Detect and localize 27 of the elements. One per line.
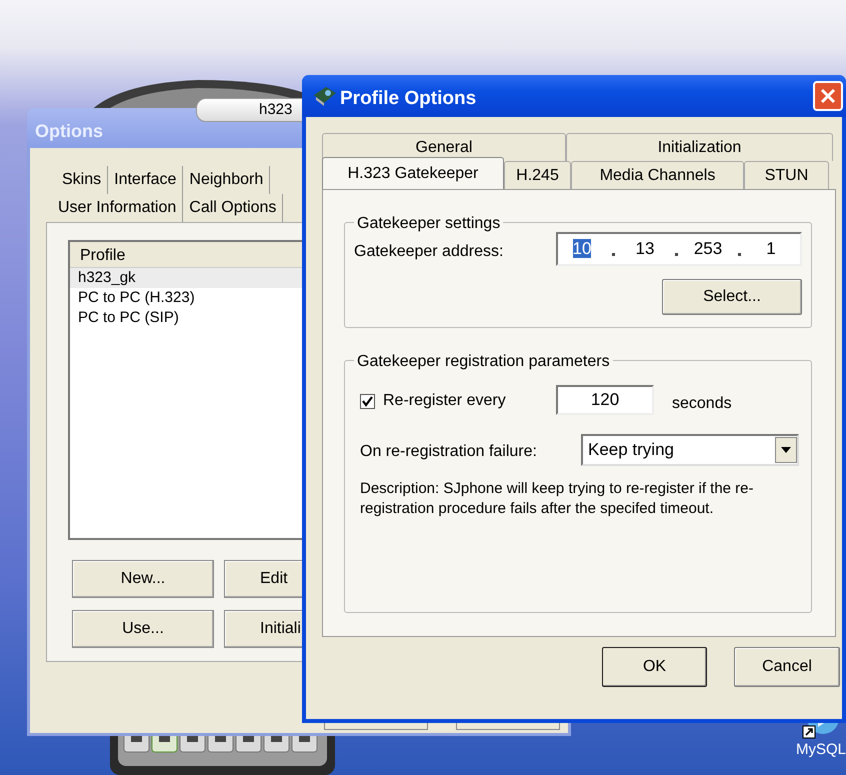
select-button[interactable]: Select... — [662, 279, 802, 315]
description-text: Description: SJphone will keep trying to re-register if the re-registration procedure fails after the specifed timeout. — [360, 479, 755, 519]
tab[interactable]: Initialization — [566, 133, 833, 161]
field-label: On re-registration failure: — [360, 442, 537, 462]
tab[interactable]: H.323 Gatekeeper — [322, 157, 504, 189]
address-octet: 10 — [572, 238, 592, 260]
tab[interactable]: General — [322, 133, 566, 161]
tab[interactable]: STUN — [744, 161, 829, 189]
tab[interactable]: H.245 — [504, 161, 571, 189]
desktop-icon-label: MySQL — [796, 740, 846, 760]
ip-address-field[interactable]: 10 13 253 1 — [556, 232, 802, 266]
dialog-button[interactable]: Cancel — [734, 647, 840, 687]
interval-field[interactable]: 120 — [556, 385, 654, 415]
failure-dropdown[interactable]: Keep trying — [581, 434, 799, 466]
address-octet: 1 — [765, 238, 777, 260]
list-action-button[interactable]: New... — [72, 560, 214, 598]
checkbox-label: Re-register every — [383, 391, 506, 411]
window-title: Options — [35, 120, 103, 143]
dialog-button[interactable]: OK — [602, 647, 707, 687]
dropdown-value: Keep trying — [587, 439, 675, 462]
tab[interactable]: Media Channels — [571, 161, 744, 189]
address-octet: 253 — [692, 238, 724, 260]
unit-label: seconds — [672, 394, 732, 414]
dialog-title: Profile Options — [340, 87, 476, 111]
field-label: Gatekeeper address: — [354, 242, 504, 262]
list-action-button[interactable]: Use... — [72, 610, 214, 648]
address-octet: 13 — [634, 238, 656, 260]
